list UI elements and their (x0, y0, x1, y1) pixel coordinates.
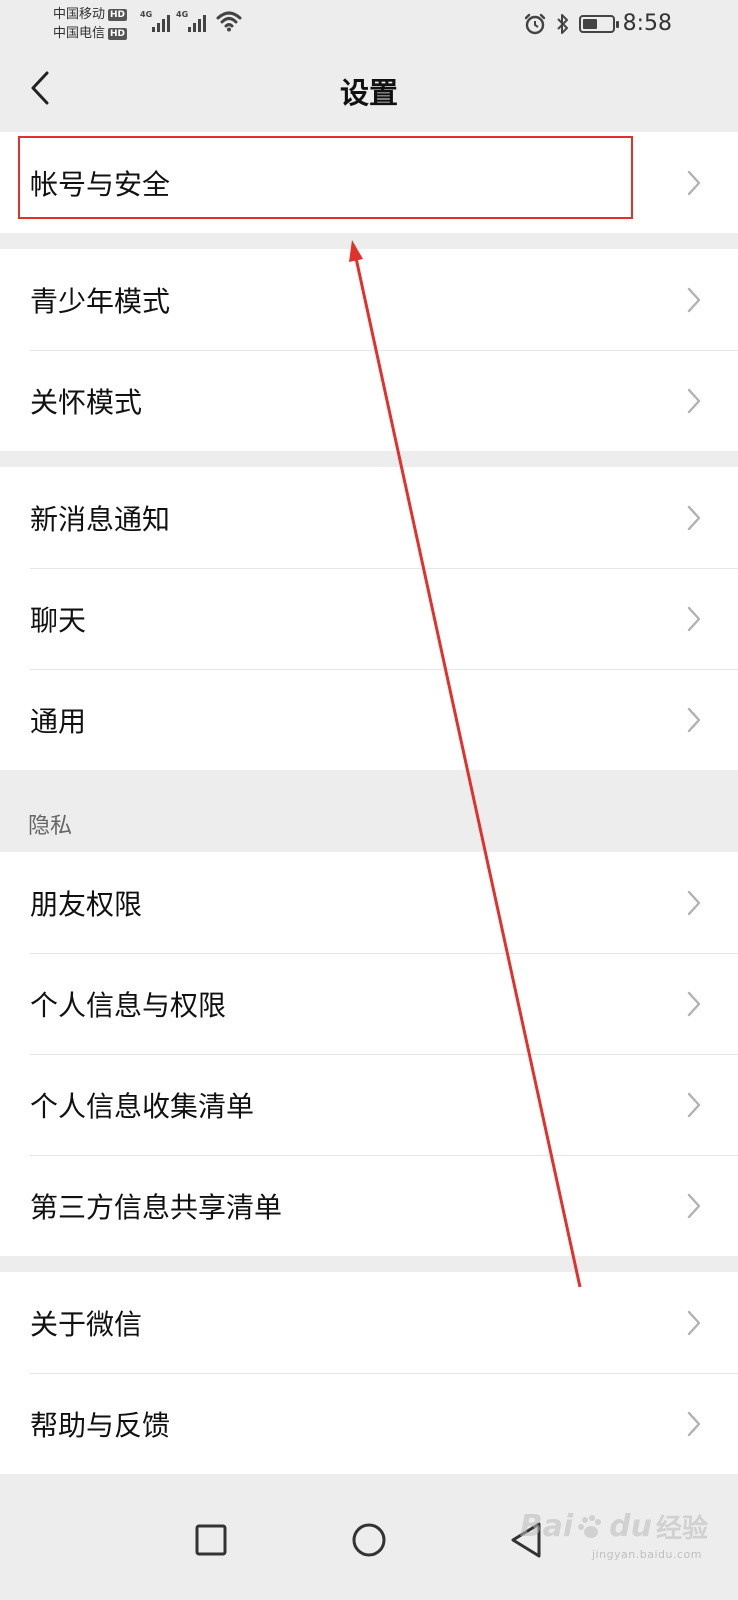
settings-item-personal-info-permissions[interactable]: 个人信息与权限 (0, 953, 738, 1054)
chevron-right-icon (687, 1092, 701, 1117)
settings-item-label: 关于微信 (30, 1307, 143, 1341)
chevron-right-icon (687, 606, 701, 631)
settings-item-label: 个人信息与权限 (30, 988, 227, 1022)
system-navigation-bar: Bai du 经验 jingyan.baidu.com (0, 1490, 738, 1600)
settings-item-care-mode[interactable]: 关怀模式 (0, 350, 738, 451)
carrier-info: 中国移动 HD 中国电信 HD (53, 5, 128, 43)
settings-item-label: 关怀模式 (30, 385, 143, 419)
recent-apps-icon (195, 1524, 227, 1556)
signal-icon: 4G (140, 10, 170, 32)
carrier-1-label: 中国移动 (53, 7, 106, 22)
chevron-right-icon (687, 707, 701, 732)
settings-item-label: 帮助与反馈 (30, 1408, 171, 1442)
settings-group-about: 关于微信 帮助与反馈 (0, 1272, 738, 1474)
page-title: 设置 (339, 76, 398, 110)
signal-icon: 4G (176, 10, 206, 32)
settings-item-account-security[interactable]: 帐号与安全 (0, 132, 738, 233)
home-icon (352, 1523, 386, 1557)
watermark-label: 经验 (655, 1514, 708, 1544)
chevron-right-icon (687, 991, 701, 1016)
paw-icon (578, 1514, 602, 1538)
settings-item-chat[interactable]: 聊天 (0, 568, 738, 669)
alarm-icon (524, 13, 545, 35)
network-type-label: 4G (176, 10, 189, 19)
settings-item-label: 朋友权限 (30, 887, 143, 921)
bluetooth-icon (556, 14, 568, 34)
section-header-privacy: 隐私 (28, 814, 73, 839)
clock-time: 8:58 (622, 11, 672, 36)
signal-indicators: 4G 4G (140, 10, 242, 32)
settings-group-modes: 青少年模式 关怀模式 (0, 249, 738, 451)
chevron-right-icon (687, 170, 701, 195)
watermark-brand-suffix: du (609, 1509, 652, 1544)
settings-item-label: 新消息通知 (30, 502, 171, 536)
hd-badge: HD (108, 27, 128, 40)
settings-group-general: 新消息通知 聊天 通用 (0, 467, 738, 770)
chevron-right-icon (687, 388, 701, 413)
chevron-right-icon (687, 505, 701, 530)
network-type-label: 4G (140, 10, 153, 19)
home-button[interactable] (339, 1510, 399, 1570)
settings-item-label: 聊天 (30, 603, 87, 637)
battery-icon (578, 15, 619, 33)
chevron-right-icon (687, 890, 701, 915)
watermark: Bai du 经验 (520, 1508, 708, 1545)
settings-item-friend-permissions[interactable]: 朋友权限 (0, 852, 738, 953)
wifi-icon (216, 11, 242, 32)
chevron-right-icon (687, 1193, 701, 1218)
settings-item-label: 第三方信息共享清单 (30, 1190, 283, 1224)
status-bar: 中国移动 HD 中国电信 HD 4G 4G 8:58 (0, 0, 738, 52)
settings-item-personal-info-collection[interactable]: 个人信息收集清单 (0, 1054, 738, 1155)
settings-item-label: 通用 (30, 704, 87, 738)
settings-item-general[interactable]: 通用 (0, 669, 738, 770)
chevron-right-icon (687, 287, 701, 312)
settings-item-teen-mode[interactable]: 青少年模式 (0, 249, 738, 350)
settings-item-label: 个人信息收集清单 (30, 1089, 255, 1123)
settings-item-notifications[interactable]: 新消息通知 (0, 467, 738, 568)
hd-badge: HD (108, 8, 128, 21)
settings-item-label: 帐号与安全 (30, 167, 171, 201)
chevron-right-icon (687, 1310, 701, 1335)
navigation-header: 设置 (0, 52, 738, 132)
settings-screen: 中国移动 HD 中国电信 HD 4G 4G 8:58 设置 帐号与安全 青少年模… (0, 0, 738, 1600)
settings-group-privacy: 朋友权限 个人信息与权限 个人信息收集清单 第三方信息共享清单 (0, 852, 738, 1256)
settings-item-help-feedback[interactable]: 帮助与反馈 (0, 1373, 738, 1474)
settings-group-account: 帐号与安全 (0, 132, 738, 233)
recent-apps-button[interactable] (181, 1510, 241, 1570)
settings-item-label: 青少年模式 (30, 284, 171, 318)
status-right: 8:58 (523, 10, 672, 38)
battery-fill (582, 19, 597, 29)
settings-item-third-party-sharing[interactable]: 第三方信息共享清单 (0, 1155, 738, 1256)
watermark-brand: Bai (519, 1509, 574, 1544)
settings-item-about-wechat[interactable]: 关于微信 (0, 1272, 738, 1373)
chevron-right-icon (687, 1411, 701, 1436)
watermark-url: jingyan.baidu.com (591, 1548, 702, 1561)
carrier-2-label: 中国电信 (53, 26, 106, 41)
